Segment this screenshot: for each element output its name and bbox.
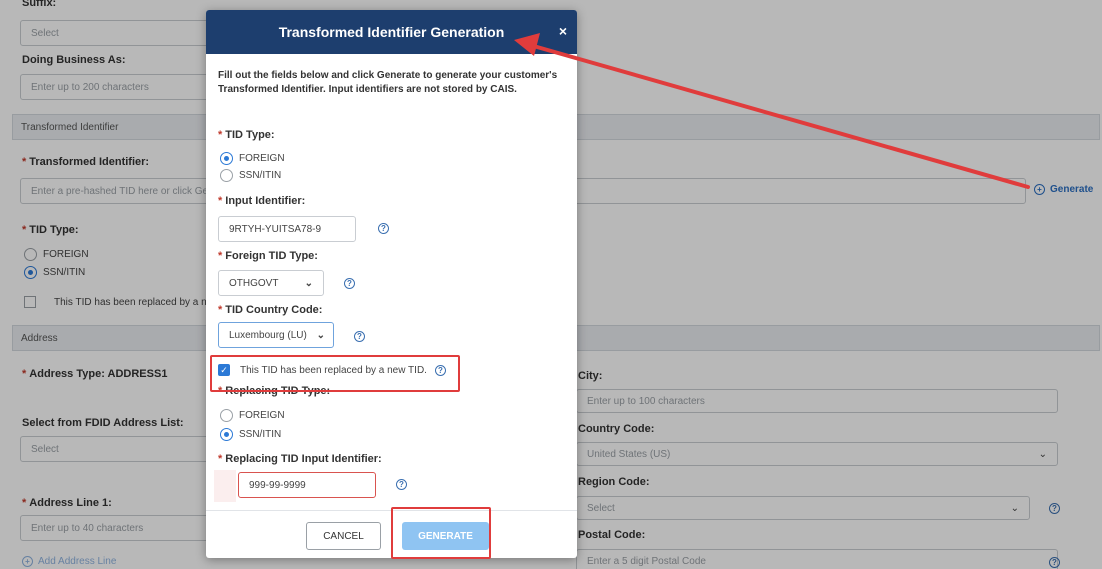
- arrow-annotation: [514, 33, 1030, 189]
